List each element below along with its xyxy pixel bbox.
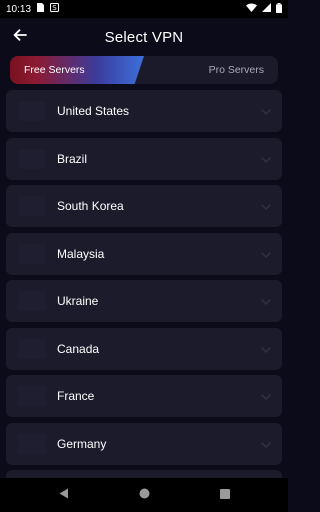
chevron-down-icon[interactable] [260,153,272,165]
page-title: Select VPN [104,28,184,46]
server-row[interactable]: Brazil [6,137,282,180]
flag-icon [18,338,46,359]
chevron-down-icon[interactable] [260,248,272,260]
chevron-down-icon[interactable] [260,200,272,212]
header: Select VPN [0,18,288,56]
back-button[interactable] [10,27,30,47]
system-nav-bar [0,478,288,512]
wifi-icon [246,3,257,15]
server-row[interactable]: France [6,375,282,417]
server-row[interactable]: Canada [6,327,282,370]
country-name: Brazil [57,151,88,166]
status-right [246,2,282,16]
signal-icon [262,3,271,15]
document-icon [37,3,45,15]
back-triangle-icon[interactable] [59,486,69,504]
flag-icon [18,243,46,264]
battery-icon [276,2,282,16]
country-name: France [57,389,95,403]
flag-icon [18,433,46,454]
country-name: Germany [57,436,107,451]
flag-icon [18,101,46,121]
country-name: Canada [57,341,100,356]
chevron-down-icon[interactable] [260,295,272,307]
server-list[interactable]: United States Brazil South Korea Malaysi… [6,90,282,478]
tab-free-label: Free Servers [24,64,85,76]
chevron-down-icon[interactable] [260,438,272,450]
flag-icon [18,148,46,169]
s-app-icon: S [50,3,60,15]
server-row[interactable]: Germany [6,422,282,465]
country-name: Malaysia [57,246,105,261]
home-circle-icon[interactable] [139,486,150,504]
tab-pro-servers[interactable]: Pro Servers [146,56,278,84]
svg-text:S: S [52,4,57,12]
chevron-down-icon[interactable] [260,105,272,117]
recents-square-icon[interactable] [219,486,230,504]
country-name: Ukraine [57,294,99,308]
chevron-down-icon[interactable] [260,390,272,402]
server-row[interactable]: United States [6,90,282,132]
status-left: 10:13 S [6,3,60,15]
flag-icon [18,196,46,216]
tab-pro-label: Pro Servers [208,64,264,76]
server-tabs: Free Servers Pro Servers [10,56,278,84]
flag-icon [18,291,46,311]
flag-icon [18,386,46,406]
server-row[interactable]: Ukraine [6,280,282,322]
server-row[interactable]: Malaysia [6,232,282,275]
server-row[interactable]: South Korea [6,185,282,227]
chevron-down-icon[interactable] [260,343,272,355]
arrow-left-icon [13,28,27,46]
tab-free-servers[interactable]: Free Servers [10,56,144,84]
status-bar: 10:13 S [0,0,288,18]
country-name: United States [57,104,130,118]
server-row-partial[interactable] [6,470,282,478]
country-name: South Korea [57,199,124,213]
status-time: 10:13 [6,3,32,15]
